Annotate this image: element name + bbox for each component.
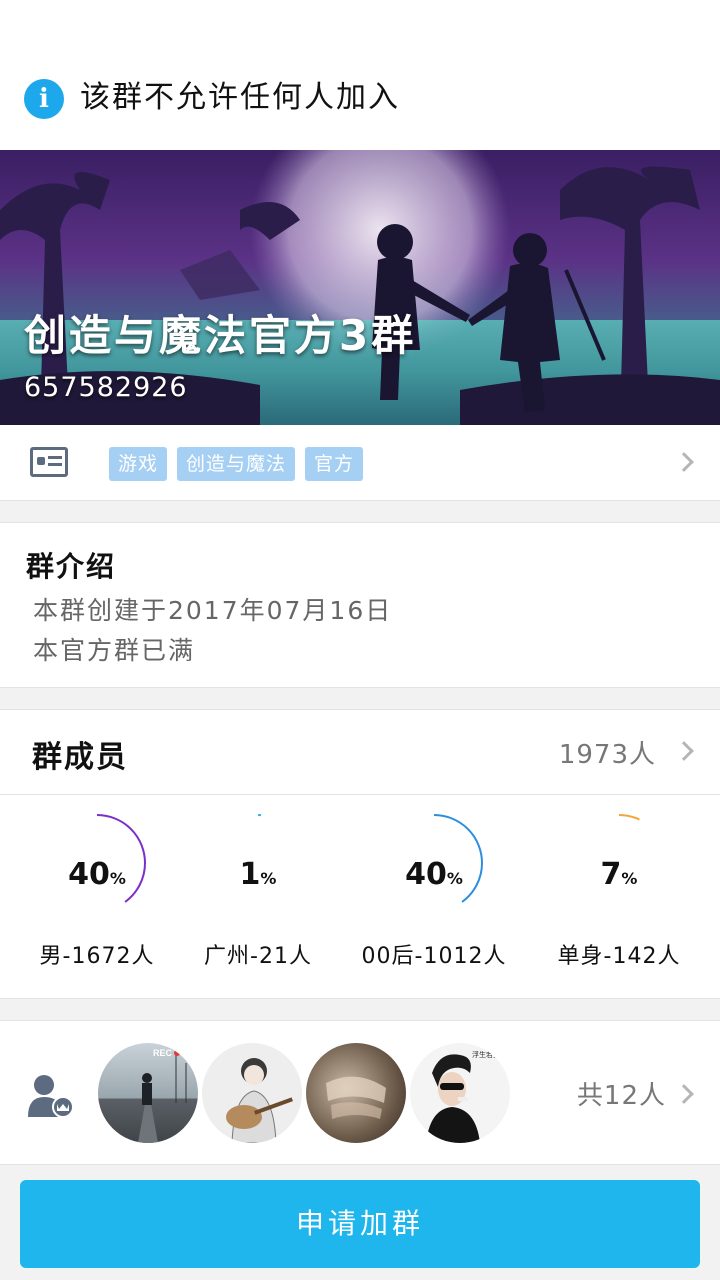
members-count[interactable]: 1973人 <box>559 734 656 771</box>
notice-bar: i 该群不允许任何人加入 <box>0 0 720 150</box>
intro-title: 群介绍 <box>26 550 117 583</box>
chevron-right-icon <box>674 452 694 472</box>
stat-label: 单身-142人 <box>557 944 681 969</box>
member-avatar[interactable] <box>202 1043 302 1143</box>
id-card-icon <box>30 447 68 477</box>
divider <box>0 794 720 795</box>
apply-join-button[interactable]: 申请加群 <box>20 1180 700 1268</box>
member-total[interactable]: 共12人 <box>577 1075 666 1112</box>
intro-line: 本官方群已满 <box>33 636 196 665</box>
stat-single: 7% 单身-142人 <box>534 813 704 973</box>
members-section: 群成员 1973人 40% 男-1672人 1% 广州-21人 40% 00后-… <box>0 709 720 999</box>
members-title: 群成员 <box>32 740 128 775</box>
svg-text:浮生若梦: 浮生若梦 <box>472 1050 500 1059</box>
tag-list: 游戏 创造与魔法 官方 <box>109 447 364 481</box>
stat-label: 00后-1012人 <box>361 944 507 969</box>
group-owner-icon <box>28 1075 74 1117</box>
member-avatar[interactable]: 浮生若梦 <box>410 1043 510 1143</box>
stat-gender: 40% 男-1672人 <box>12 813 182 973</box>
notice-text: 该群不允许任何人加入 <box>80 80 400 115</box>
stat-percent: 1% <box>239 857 277 892</box>
stat-label: 广州-21人 <box>204 944 312 969</box>
intro-line: 本群创建于2017年07月16日 <box>33 596 393 625</box>
group-tags-row[interactable]: 游戏 创造与魔法 官方 <box>0 425 720 501</box>
stat-percent: 7% <box>600 857 638 892</box>
group-name: 创造与魔法官方3群 <box>24 311 417 360</box>
chevron-right-icon[interactable] <box>674 741 694 761</box>
tag: 游戏 <box>109 447 168 481</box>
stat-percent: 40% <box>405 857 463 892</box>
group-banner: 创造与魔法官方3群 657582926 <box>0 150 720 425</box>
stat-percent: 40% <box>68 857 126 892</box>
member-avatar[interactable] <box>306 1043 406 1143</box>
stat-label: 男-1672人 <box>39 944 155 969</box>
member-avatar[interactable]: REC <box>98 1043 198 1143</box>
chevron-right-icon[interactable] <box>674 1084 694 1104</box>
group-id: 657582926 <box>24 372 188 403</box>
stat-location: 1% 广州-21人 <box>173 813 343 973</box>
stat-age: 40% 00后-1012人 <box>349 813 519 973</box>
group-intro-section: 群介绍 本群创建于2017年07月16日 本官方群已满 <box>0 522 720 688</box>
tag: 官方 <box>305 447 364 481</box>
tag: 创造与魔法 <box>177 447 296 481</box>
member-avatars-row[interactable]: REC 浮生若梦 共12人 <box>0 1020 720 1165</box>
info-icon: i <box>24 79 64 119</box>
rec-badge: REC <box>153 1048 173 1058</box>
